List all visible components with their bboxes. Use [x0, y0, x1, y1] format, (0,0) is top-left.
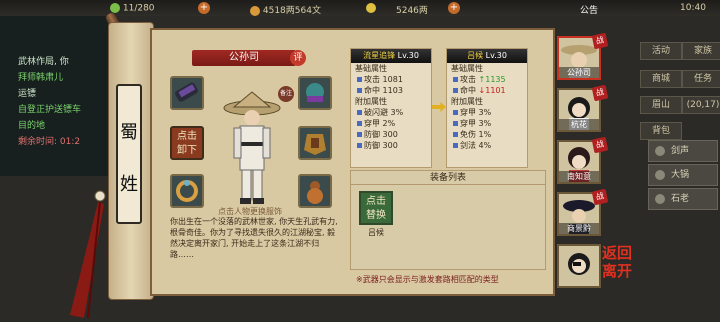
armor-icon — [304, 134, 326, 155]
character-bio: 你出生在一个没落的武林世家, 你天生孔武有力, 根骨奇佳。你为了寻找遗失很久的江… — [170, 217, 338, 259]
equipment-list: 装备列表 点击 替换 吕候 — [350, 170, 546, 270]
replace-button[interactable]: 点击 替换 — [359, 191, 393, 225]
character-name: 公孙司 — [192, 50, 296, 66]
ring-icon — [176, 180, 198, 202]
stat-icon — [453, 121, 458, 126]
bracer-icon — [175, 82, 198, 102]
equip-slot-armor[interactable] — [298, 126, 332, 160]
battle-tag-icon: 战 — [591, 32, 609, 50]
side-tab-3[interactable]: 石老 — [648, 188, 718, 210]
coins-display: 4518两564文 — [250, 3, 321, 16]
tab-icon — [655, 194, 665, 204]
quest-line[interactable]: 武林作局, 你 — [18, 54, 108, 67]
quest-line[interactable]: 运镖 — [18, 86, 108, 99]
quest-line[interactable]: 自登正护送镖车 — [18, 102, 108, 115]
compare-weapon-stats: 吕候 Lv.30 基础属性 攻击 ↑1135 命中 ↓1101 附加属性 穿甲 … — [446, 48, 528, 168]
bag-button[interactable]: 背包 — [640, 122, 682, 140]
family-button[interactable]: 家族 — [682, 42, 720, 60]
equipment-name: 吕候 — [368, 228, 384, 237]
party-member-portrait[interactable] — [557, 244, 601, 288]
stat-icon — [453, 110, 458, 115]
stat-icon — [453, 132, 458, 137]
quest-tracker[interactable]: 武林作局, 你 拜师韩肃儿 运镖 自登正护送镖车 目的地 剩余时间: 01:2 — [0, 16, 112, 176]
current-weapon-stats: 流星追锋 Lv.30 基础属性 攻击 1081 命中 1103 附加属性 破闪避… — [350, 48, 432, 168]
stat-icon — [453, 77, 458, 82]
quest-line[interactable]: 拜师韩肃儿 — [18, 70, 108, 83]
stat-header: 吕候 Lv.30 — [447, 49, 527, 63]
stat-header: 流星追锋 Lv.30 — [351, 49, 431, 63]
equip-slot-weapon[interactable] — [170, 76, 204, 110]
notice-button[interactable]: 公告 — [580, 3, 598, 16]
character-figure[interactable] — [222, 90, 282, 206]
helmet-icon — [306, 83, 324, 102]
stat-icon — [357, 121, 362, 126]
equipment-list-title: 装备列表 — [351, 171, 545, 185]
tassel-icon — [70, 190, 106, 319]
gourd-icon — [307, 181, 323, 204]
energy-display: 11/280 — [110, 3, 155, 14]
stat-icon — [453, 88, 458, 93]
stat-icon — [357, 88, 362, 93]
stat-icon — [357, 110, 362, 115]
ingots-display: 5246两 — [396, 6, 428, 16]
clock: 10:40 — [680, 3, 706, 13]
stat-icon — [357, 77, 362, 82]
avatar — [568, 253, 590, 275]
stat-icon — [357, 143, 362, 148]
rating-badge[interactable]: 评 — [290, 50, 306, 66]
side-tab-1[interactable]: 剑声 — [648, 140, 718, 162]
weapon-footnote: ※武器只会显示与激发套路相匹配的类型 — [356, 275, 499, 284]
equip-slot-helmet[interactable] — [298, 76, 332, 110]
add-energy-button[interactable]: + — [198, 2, 210, 14]
coordinates-label: (20,17) — [682, 96, 720, 114]
ingot-icon — [366, 3, 376, 14]
quest-line[interactable]: 目的地 — [18, 118, 108, 131]
tab-icon — [655, 146, 665, 156]
activity-button[interactable]: 活动 — [640, 42, 682, 60]
unequip-button[interactable]: 点击 卸下 — [170, 126, 204, 160]
tab-icon — [655, 170, 665, 180]
battle-tag-icon: 战 — [591, 136, 609, 154]
stat-icon — [357, 132, 362, 137]
right-menu: 活动 家族 商城 任务 眉山 (20,17) 背包 剑声 大锅 石老 — [640, 40, 720, 322]
leave-button[interactable]: 返回 离开 — [600, 244, 634, 300]
battle-tag-icon: 战 — [591, 84, 609, 102]
equip-slot-ring[interactable] — [170, 174, 204, 208]
shop-button[interactable]: 商城 — [640, 70, 682, 88]
location-label: 眉山 — [640, 96, 682, 114]
coin-icon — [250, 5, 260, 16]
stat-icon — [453, 143, 458, 148]
equip-slot-accessory[interactable] — [298, 174, 332, 208]
energy-icon — [110, 3, 120, 13]
side-tab-2[interactable]: 大锅 — [648, 164, 718, 186]
quest-timer: 剩余时间: 01:2 — [18, 137, 81, 147]
battle-tag-icon: 战 — [591, 188, 609, 206]
add-ingots-button[interactable]: + — [448, 2, 460, 14]
task-button[interactable]: 任务 — [682, 70, 720, 88]
